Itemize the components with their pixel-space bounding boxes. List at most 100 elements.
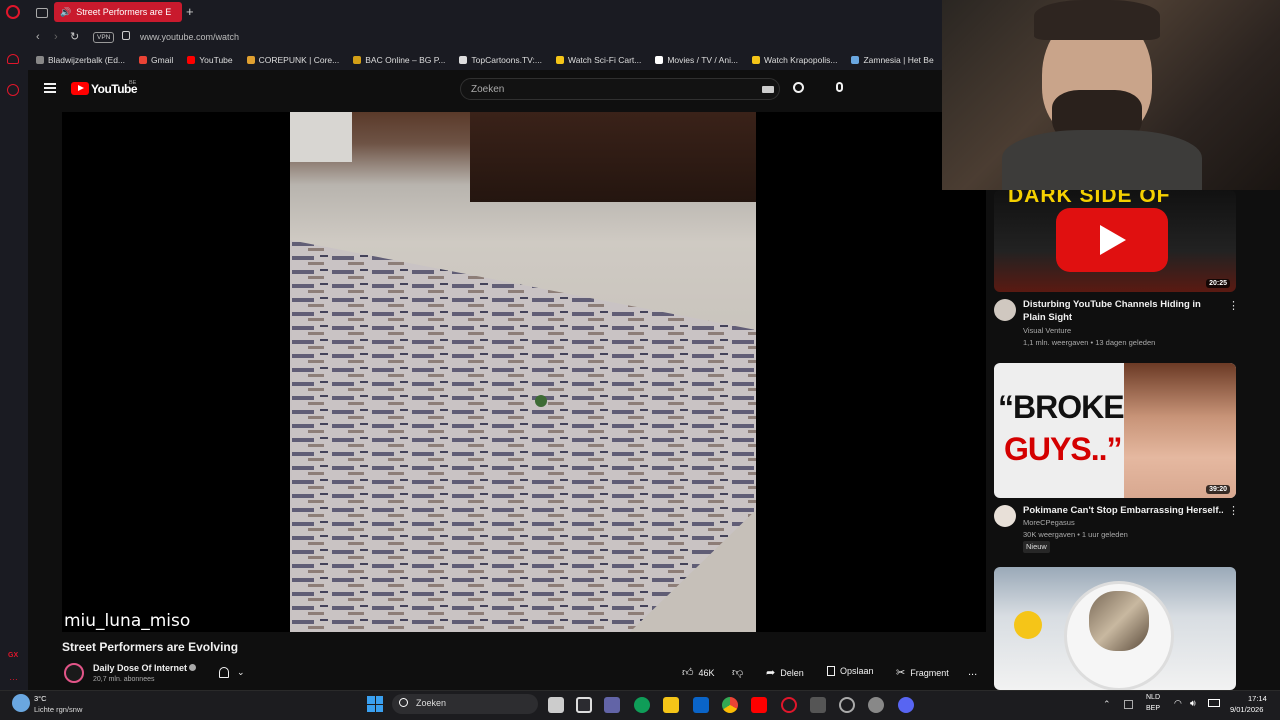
language-primary[interactable]: NLD <box>1146 694 1160 701</box>
recommendation-channel[interactable]: Visual Venture <box>1023 325 1071 337</box>
volume-icon[interactable]: 🔊︎ <box>1190 698 1196 709</box>
chevron-down-icon[interactable]: ⌄ <box>237 667 245 678</box>
forward-icon[interactable]: › <box>54 31 58 43</box>
bookmark-icon <box>555 56 564 64</box>
outlook-icon[interactable] <box>693 697 709 713</box>
share-button[interactable]: ➦ Delen <box>766 666 804 679</box>
bookmark-item[interactable]: COREPUNK | Core... <box>246 55 340 65</box>
save-button[interactable]: Opslaan <box>827 666 874 676</box>
recommendation-title[interactable]: Pokimane Can't Stop Embarrassing Herself… <box>1023 505 1223 518</box>
thumbnail-face <box>1124 363 1236 498</box>
battery-icon[interactable] <box>1208 699 1220 707</box>
language-secondary[interactable]: BEP <box>1146 705 1160 712</box>
sidebar-more-icon[interactable]: … <box>9 672 18 682</box>
channel-avatar[interactable] <box>64 663 84 683</box>
tab-active[interactable]: 🔊 Street Performers are E <box>54 2 182 22</box>
thumbnail-line1: “BROKE <box>998 389 1125 425</box>
recommendation-meta: 1,1 mln. weergaven • 13 dagen geleden <box>1023 338 1156 347</box>
furniture-shape <box>470 112 756 202</box>
keyboard-icon[interactable] <box>762 86 774 93</box>
bookmark-item[interactable]: TopCartoons.TV:... <box>459 55 542 65</box>
weather-icon[interactable] <box>12 694 30 712</box>
windows-start-icon[interactable] <box>367 696 383 712</box>
bookmark-item[interactable]: YouTube <box>187 55 233 65</box>
file-explorer-icon[interactable] <box>663 697 679 713</box>
store-icon[interactable] <box>576 697 592 713</box>
app-icon[interactable] <box>839 697 855 713</box>
bookmark-item[interactable]: Watch Krapopolis... <box>752 55 837 65</box>
vpn-badge[interactable]: VPN <box>93 32 115 43</box>
discord-icon[interactable] <box>898 697 914 713</box>
settings-gear-icon[interactable] <box>868 697 884 713</box>
hamburger-menu-icon[interactable] <box>44 83 56 93</box>
recommendation-meta: 30K weergaven • 1 uur geleden <box>1023 530 1128 539</box>
recommendation-thumbnail[interactable]: “BROKE GUYS..” 39:20 <box>994 363 1236 498</box>
video-duration: 20:25 <box>1206 279 1230 288</box>
bookmark-item[interactable]: Bladwijzerbalk (Ed... <box>36 55 125 65</box>
recommendation-channel[interactable]: MoreCPegasus <box>1023 517 1075 529</box>
video-title: Street Performers are Evolving <box>62 640 239 654</box>
task-view-icon[interactable] <box>548 697 564 713</box>
tab-title: Street Performers are E <box>76 7 172 17</box>
bookmarks-bar: Bladwijzerbalk (Ed... Gmail YouTube COREPUN… <box>28 50 942 70</box>
reload-icon[interactable]: ↻ <box>70 30 79 43</box>
bookmark-label: Zamnesia | Het Be <box>863 55 934 65</box>
bookmark-label: COREPUNK | Core... <box>258 55 340 65</box>
edge-icon[interactable] <box>634 697 650 713</box>
thumbnail-line2: GUYS..” <box>1004 431 1122 467</box>
more-vert-icon[interactable]: ⋮ <box>1228 504 1239 517</box>
microphone-icon[interactable] <box>836 82 843 92</box>
recommendation-thumbnail[interactable]: DARK SIDE OF 20:25 <box>994 190 1236 292</box>
channel-avatar[interactable] <box>994 299 1016 321</box>
rug-shape <box>290 240 756 632</box>
youtube-app-icon[interactable] <box>751 697 767 713</box>
url-field[interactable]: www.youtube.com/watch <box>140 32 239 42</box>
bell-icon[interactable] <box>219 667 229 678</box>
save-label: Opslaan <box>840 666 874 676</box>
sidebar-aria-icon[interactable] <box>7 54 19 64</box>
new-tab-button[interactable]: + <box>186 4 194 19</box>
search-icon[interactable] <box>793 82 804 93</box>
green-ball <box>535 395 547 407</box>
tray-app-icon[interactable] <box>1124 700 1133 709</box>
wifi-icon[interactable]: ◠ <box>1174 698 1182 709</box>
sidebar-history-icon[interactable] <box>7 84 19 96</box>
person-body <box>1002 130 1202 190</box>
video-duration: 39:20 <box>1206 485 1230 494</box>
back-icon[interactable]: ‹ <box>36 31 40 43</box>
channel-name[interactable]: Daily Dose Of Internet <box>93 663 187 673</box>
bookmark-icon <box>459 56 468 64</box>
bookmark-item[interactable]: Gmail <box>139 55 173 65</box>
calculator-icon[interactable] <box>810 697 826 713</box>
teams-icon[interactable] <box>604 697 620 713</box>
video-watermark: miu_luna_miso <box>64 611 191 631</box>
dislike-button[interactable]: 👎︎ <box>732 666 743 679</box>
bookmark-item[interactable]: Zamnesia | Het Be <box>851 55 934 65</box>
gx-icon[interactable]: GX <box>8 652 18 659</box>
more-actions-button[interactable]: ... <box>968 666 977 678</box>
bookmark-item[interactable]: Watch Sci-Fi Cart... <box>555 55 641 65</box>
bookmark-item[interactable]: Movies / TV / Ani... <box>655 55 738 65</box>
chrome-icon[interactable] <box>722 697 738 713</box>
taskbar-search[interactable] <box>392 694 538 714</box>
clock-date[interactable]: 9/01/2026 <box>1230 705 1263 714</box>
recommendation-thumbnail[interactable] <box>994 567 1236 690</box>
bookmark-label: Gmail <box>151 55 174 65</box>
bookmark-item[interactable]: BAC Online – BG P... <box>353 55 445 65</box>
tray-chevron-icon[interactable]: ⌃ <box>1103 699 1111 710</box>
like-button[interactable]: 👍︎ 46K <box>682 666 715 679</box>
opera-taskbar-icon[interactable] <box>781 697 797 713</box>
more-vert-icon[interactable]: ⋮ <box>1228 299 1239 312</box>
search-input[interactable]: Zoeken <box>460 78 780 100</box>
weather-desc[interactable]: Lichte rgn/snw <box>34 705 82 714</box>
tab-menu-icon[interactable] <box>36 8 48 18</box>
bookmark-label: Bladwijzerbalk (Ed... <box>48 55 126 65</box>
channel-avatar[interactable] <box>994 505 1016 527</box>
scissors-icon: ✂ <box>896 667 906 679</box>
clock-time[interactable]: 17:14 <box>1248 694 1267 703</box>
opera-logo-icon[interactable] <box>6 5 20 19</box>
weather-temp[interactable]: 3°C <box>34 694 47 703</box>
youtube-logo-icon[interactable] <box>71 82 89 95</box>
clip-button[interactable]: ✂ Fragment <box>896 666 949 679</box>
recommendation-title[interactable]: Disturbing YouTube Channels Hiding in Pl… <box>1023 299 1223 324</box>
